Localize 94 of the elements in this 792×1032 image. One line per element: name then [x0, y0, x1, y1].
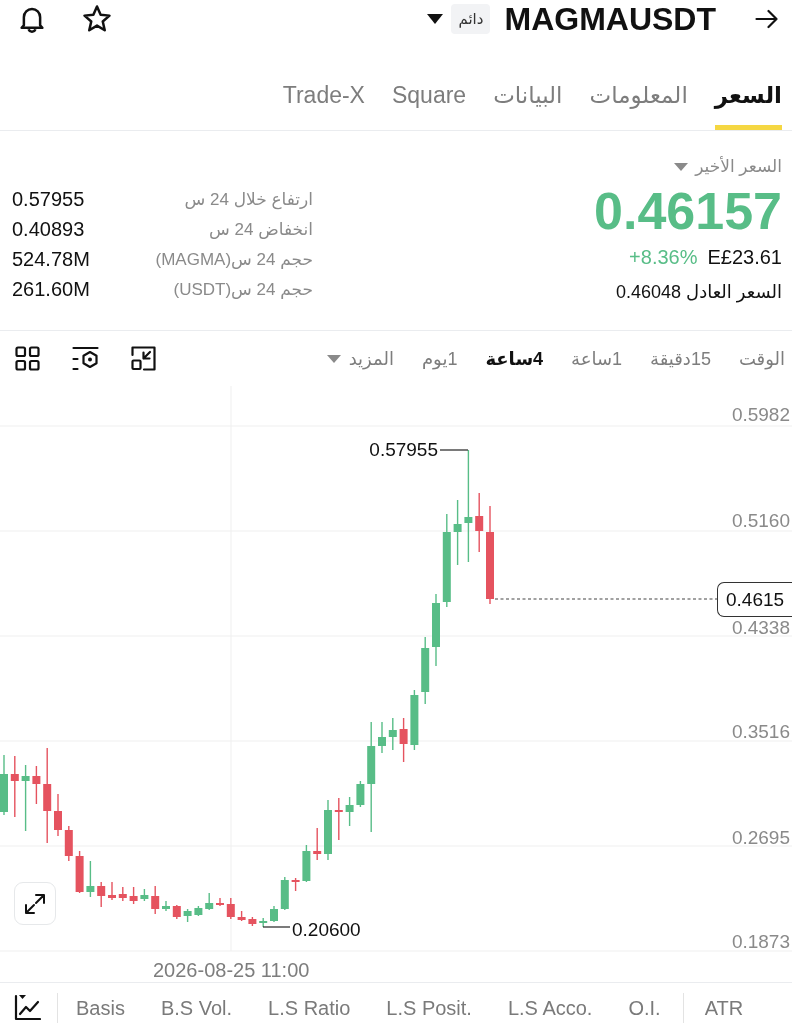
rising-candle — [270, 905, 278, 923]
rising-candle — [302, 844, 311, 883]
indicator-tab[interactable]: L.S Posit. — [386, 995, 472, 1020]
falling-candle — [151, 885, 160, 915]
interval-tab[interactable]: 1يوم — [421, 346, 458, 371]
falling-candle — [97, 881, 106, 908]
last-price: 0.46157 — [594, 183, 782, 239]
interval-tab[interactable]: 1ساعة — [571, 346, 623, 371]
falling-candle — [108, 881, 116, 901]
rising-candle — [388, 717, 397, 751]
tab[interactable]: البيانات — [493, 75, 563, 130]
falling-candle — [226, 897, 235, 920]
rising-candle — [259, 917, 268, 928]
grid-icon[interactable] — [15, 346, 40, 371]
axis-label: 0.5982 — [731, 404, 790, 426]
caret-icon — [326, 354, 341, 363]
star-icon[interactable] — [82, 4, 112, 34]
falling-candle — [291, 877, 300, 892]
stat-value: 524.78M — [12, 247, 90, 271]
rising-candle — [378, 721, 386, 754]
rising-candle — [140, 888, 149, 902]
stat-value: 0.40893 — [12, 217, 86, 241]
falling-candle — [399, 717, 408, 763]
fair-price: السعر العادل 0.46048 — [616, 281, 782, 304]
stat-label: حجم 24 س(USDT) — [173, 278, 313, 300]
tab[interactable]: المعلومات — [589, 75, 688, 130]
falling-candle — [75, 850, 84, 894]
interval-tab[interactable]: الوقت — [738, 346, 785, 371]
rising-candle — [21, 764, 30, 832]
price-change: +8.36% — [629, 245, 698, 270]
price-caption: السعر الأخير — [695, 155, 782, 178]
rising-candle — [162, 900, 170, 912]
falling-candle — [334, 797, 343, 841]
falling-candle — [129, 886, 138, 905]
axis-label: 0.2695 — [731, 827, 790, 849]
axis-label: 0.4338 — [731, 617, 790, 639]
rising-candle — [453, 499, 462, 566]
high-price-label: 0.57955 — [369, 439, 438, 461]
falling-candle — [118, 886, 127, 902]
tab[interactable]: السعر — [714, 75, 782, 130]
falling-candle — [475, 492, 484, 553]
rising-candle — [86, 860, 95, 898]
stat-label: انخفاض 24 س — [209, 218, 313, 240]
leader-line — [262, 926, 291, 928]
symbol-title: MAGMAUSDT — [504, 0, 716, 38]
stat-value: 0.57955 — [12, 187, 86, 211]
indicator-tab[interactable]: B.S Vol. — [160, 995, 233, 1020]
caret-icon[interactable] — [427, 14, 444, 24]
falling-candle — [237, 910, 246, 922]
falling-candle — [10, 755, 19, 818]
rising-candle — [324, 799, 332, 861]
falling-candle — [313, 827, 322, 861]
stat-value: 261.60M — [12, 277, 90, 301]
time-axis-label: 2026-08-25 11:00 — [153, 959, 310, 981]
rising-candle — [183, 908, 192, 923]
indicator-tab[interactable]: O.I. — [628, 995, 661, 1020]
more-dropdown[interactable]: المزيد — [326, 346, 394, 371]
settings-icon[interactable] — [72, 346, 99, 371]
falling-candle — [54, 793, 62, 837]
rising-candle — [421, 636, 430, 705]
stat-label: حجم 24 س(MAGMA) — [155, 248, 313, 270]
contract-badge: دائم — [451, 4, 491, 34]
rising-candle — [345, 796, 354, 827]
price-tag: 0.4615 — [717, 582, 792, 617]
axis-label: 0.1873 — [731, 931, 790, 953]
indicator-tab[interactable]: L.S Ratio — [268, 995, 351, 1020]
axis-label: 0.5160 — [731, 510, 790, 532]
falling-candle — [32, 765, 41, 805]
tab[interactable]: Trade-X — [282, 75, 365, 130]
expand-icon — [23, 891, 47, 916]
interval-tab[interactable]: 15دقيقة — [650, 346, 711, 371]
line-chart-icon[interactable] — [14, 994, 41, 1021]
rising-candle — [205, 892, 214, 911]
indicator-tab[interactable]: L.S Acco. — [507, 995, 593, 1020]
falling-candle — [248, 916, 257, 927]
rising-candle — [0, 754, 8, 816]
shrink-icon[interactable] — [131, 346, 156, 371]
stat-label: ارتفاع خلال 24 س — [184, 188, 313, 210]
falling-candle — [64, 825, 73, 862]
falling-candle — [172, 904, 181, 920]
low-price-label: 0.20600 — [292, 919, 361, 941]
axis-label: 0.3516 — [731, 721, 790, 743]
rising-candle — [280, 876, 289, 911]
indicator-tab[interactable]: Basis — [76, 995, 125, 1020]
rising-candle — [194, 905, 203, 917]
interval-tab[interactable]: 4ساعة — [485, 346, 544, 371]
expand-button[interactable] — [14, 882, 56, 925]
tab[interactable]: Square — [391, 75, 467, 130]
fiat-price: E£23.61 — [707, 245, 782, 270]
rising-candle — [410, 689, 419, 751]
falling-candle — [216, 897, 224, 907]
rising-candle — [356, 780, 365, 808]
leader-line — [439, 449, 469, 451]
indicator-tab[interactable]: ATR — [704, 995, 744, 1020]
